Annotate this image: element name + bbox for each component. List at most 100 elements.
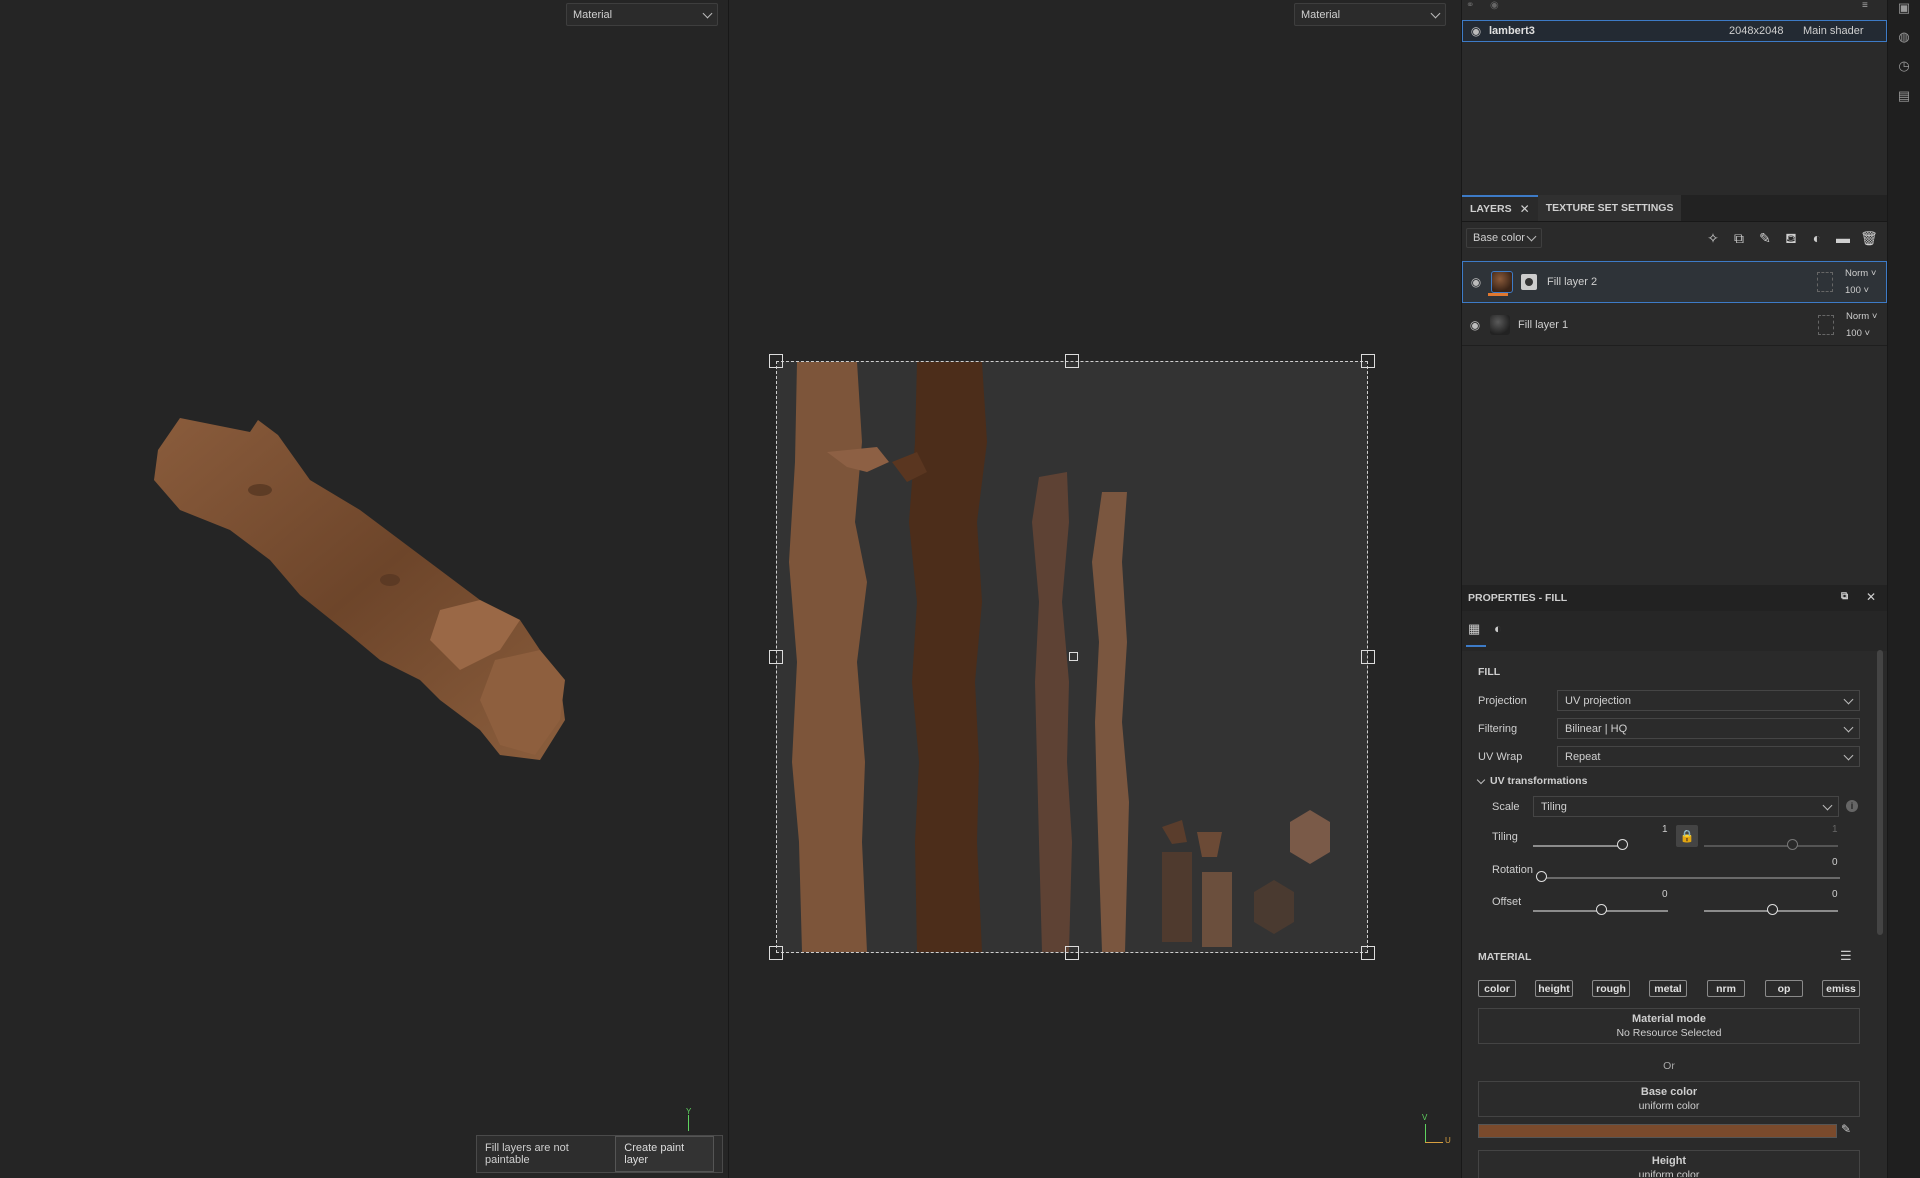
- layer-mask-slot-icon: [1818, 314, 1834, 335]
- channel-toggle-height[interactable]: height: [1535, 980, 1573, 997]
- transform-handle-middle-right[interactable]: [1361, 650, 1375, 664]
- tab-texture-set-settings[interactable]: TEXTURE SET SETTINGS: [1537, 195, 1682, 221]
- material-mode-title: Material mode: [1632, 1013, 1706, 1025]
- viewport-2d-mode-dropdown[interactable]: Material: [1294, 3, 1446, 26]
- channel-toggle-metal[interactable]: metal: [1649, 980, 1687, 997]
- add-mask-icon[interactable]: ⧉: [1730, 229, 1748, 247]
- log-icon[interactable]: ▤: [1896, 88, 1912, 104]
- material-mode-value: No Resource Selected: [1616, 1027, 1722, 1039]
- properties-scrollbar[interactable]: [1877, 650, 1883, 935]
- transform-handle-center[interactable]: [1069, 652, 1078, 661]
- offset-v-slider-handle[interactable]: [1767, 904, 1778, 915]
- scale-dropdown[interactable]: Tiling: [1533, 796, 1839, 817]
- info-icon[interactable]: i: [1846, 800, 1858, 812]
- layer-name: Fill layer 1: [1518, 318, 1569, 331]
- layer-row-fill-layer-2[interactable]: ◉ Fill layer 2 Norm ˅ 100 ˅: [1462, 261, 1887, 303]
- viewport-2d[interactable]: Material V U: [729, 0, 1461, 1178]
- panel-menu-icon[interactable]: ≡: [1862, 0, 1876, 11]
- uv-transformations-toggle[interactable]: UV transformations: [1476, 775, 1587, 787]
- layer-active-indicator: [1488, 293, 1508, 296]
- tiling-u-slider-handle[interactable]: [1617, 839, 1628, 850]
- transform-handle-bottom-center[interactable]: [1065, 946, 1079, 960]
- branch-3d-model[interactable]: [140, 400, 650, 770]
- viewport-3d-mode-dropdown[interactable]: Material: [566, 3, 718, 26]
- visibility-eye-icon[interactable]: ◉: [1469, 24, 1483, 38]
- offset-v-value: 0: [1832, 889, 1838, 900]
- layer-visibility-eye-icon[interactable]: ◉: [1469, 275, 1483, 289]
- layer-blend-mode[interactable]: Norm ˅: [1845, 268, 1876, 279]
- viewport-3d[interactable]: Material Y Fill layers are not paintable…: [0, 0, 728, 1178]
- active-subtab-indicator: [1466, 645, 1486, 647]
- channel-toggle-color[interactable]: color: [1478, 980, 1516, 997]
- chevron-down-icon: [1822, 800, 1833, 810]
- environment-icon[interactable]: ◍: [1896, 29, 1912, 45]
- transform-handle-bottom-right[interactable]: [1361, 946, 1375, 960]
- channel-dropdown[interactable]: Base color: [1466, 228, 1542, 248]
- tiling-u-value: 1: [1662, 824, 1668, 835]
- properties-header: PROPERTIES - FILL ⧉ ✕: [1462, 585, 1887, 611]
- layer-opacity[interactable]: 100 ˅: [1846, 328, 1877, 339]
- create-paint-layer-button[interactable]: Create paint layer: [615, 1136, 714, 1172]
- rotation-value: 0: [1832, 857, 1838, 868]
- rotation-slider[interactable]: [1540, 877, 1840, 879]
- layer-material-thumbnail[interactable]: [1491, 271, 1513, 293]
- transform-handle-middle-left[interactable]: [769, 650, 783, 664]
- channel-dropdown-label: Base color: [1473, 232, 1525, 244]
- properties-tab-material-icon[interactable]: ◐: [1494, 621, 1510, 637]
- channel-toggle-rough[interactable]: rough: [1592, 980, 1630, 997]
- transform-handle-top-left[interactable]: [769, 354, 783, 368]
- close-icon[interactable]: ✕: [1520, 202, 1530, 216]
- add-folder-icon[interactable]: ▬: [1834, 229, 1852, 247]
- projection-dropdown[interactable]: UV projection: [1557, 690, 1860, 711]
- chevron-down-icon: [1476, 775, 1486, 784]
- material-mode-slot[interactable]: Material mode No Resource Selected: [1478, 1008, 1860, 1044]
- chevron-down-icon: [1843, 694, 1854, 704]
- channel-toggle-emiss[interactable]: emiss: [1822, 980, 1860, 997]
- layer-row-fill-layer-1[interactable]: ◉ Fill layer 1 Norm ˅ 100 ˅: [1462, 304, 1887, 346]
- height-title: Height: [1651, 1155, 1687, 1167]
- transform-handle-top-center[interactable]: [1065, 354, 1079, 368]
- tiling-u-slider[interactable]: [1533, 845, 1623, 847]
- channel-toggle-op[interactable]: op: [1765, 980, 1803, 997]
- layer-opacity[interactable]: 100 ˅: [1845, 285, 1876, 296]
- tiling-v-slider-handle: [1787, 839, 1798, 850]
- link-icon[interactable]: ⚭: [1466, 0, 1480, 11]
- projection-value: UV projection: [1565, 694, 1632, 707]
- channel-toggle-nrm[interactable]: nrm: [1707, 980, 1745, 997]
- history-icon[interactable]: ◷: [1896, 58, 1912, 74]
- layer-material-thumbnail[interactable]: [1490, 314, 1510, 335]
- layer-visibility-eye-icon[interactable]: ◉: [1468, 318, 1482, 332]
- offset-u-slider-handle[interactable]: [1596, 904, 1607, 915]
- transform-handle-top-right[interactable]: [1361, 354, 1375, 368]
- properties-subtabs: ▦ ◐: [1462, 611, 1887, 651]
- eyedropper-icon[interactable]: ✎: [1841, 1122, 1851, 1136]
- delete-layer-icon[interactable]: 🗑: [1860, 229, 1878, 247]
- effects-wand-icon[interactable]: ✧: [1704, 229, 1722, 247]
- material-menu-icon[interactable]: ☰: [1840, 948, 1852, 964]
- height-slot[interactable]: Height uniform color: [1478, 1150, 1860, 1178]
- close-icon[interactable]: ✕: [1866, 590, 1876, 604]
- chevron-down-icon: [1526, 231, 1537, 242]
- layer-mask-thumbnail[interactable]: [1521, 274, 1537, 290]
- offset-u-value: 0: [1662, 889, 1668, 900]
- texture-set-name: lambert3: [1489, 25, 1535, 37]
- camera-icon[interactable]: ▣: [1896, 0, 1912, 16]
- undock-icon[interactable]: ⧉: [1841, 591, 1848, 602]
- add-fill-layer-icon[interactable]: ⛾: [1782, 229, 1800, 247]
- filtering-dropdown[interactable]: Bilinear | HQ: [1557, 718, 1860, 739]
- rotation-slider-handle[interactable]: [1536, 871, 1547, 882]
- texture-set-row[interactable]: ◉ lambert3 2048x2048 Main shader: [1462, 20, 1887, 42]
- add-paint-layer-icon[interactable]: ✎: [1756, 229, 1774, 247]
- transform-handle-bottom-left[interactable]: [769, 946, 783, 960]
- tab-layers[interactable]: LAYERS ✕: [1462, 195, 1538, 221]
- base-color-slot[interactable]: Base color uniform color: [1478, 1081, 1860, 1117]
- properties-tab-settings-icon[interactable]: ▦: [1468, 621, 1484, 637]
- scale-label: Scale: [1492, 801, 1520, 813]
- base-color-swatch[interactable]: [1478, 1124, 1837, 1138]
- uv-wrap-dropdown[interactable]: Repeat: [1557, 746, 1860, 767]
- lock-icon[interactable]: 🔒: [1676, 825, 1698, 847]
- add-smart-material-icon[interactable]: ◐: [1808, 229, 1826, 247]
- scale-value: Tiling: [1541, 800, 1567, 813]
- eye-icon[interactable]: ◉: [1490, 0, 1504, 11]
- layer-blend-mode[interactable]: Norm ˅: [1846, 311, 1877, 322]
